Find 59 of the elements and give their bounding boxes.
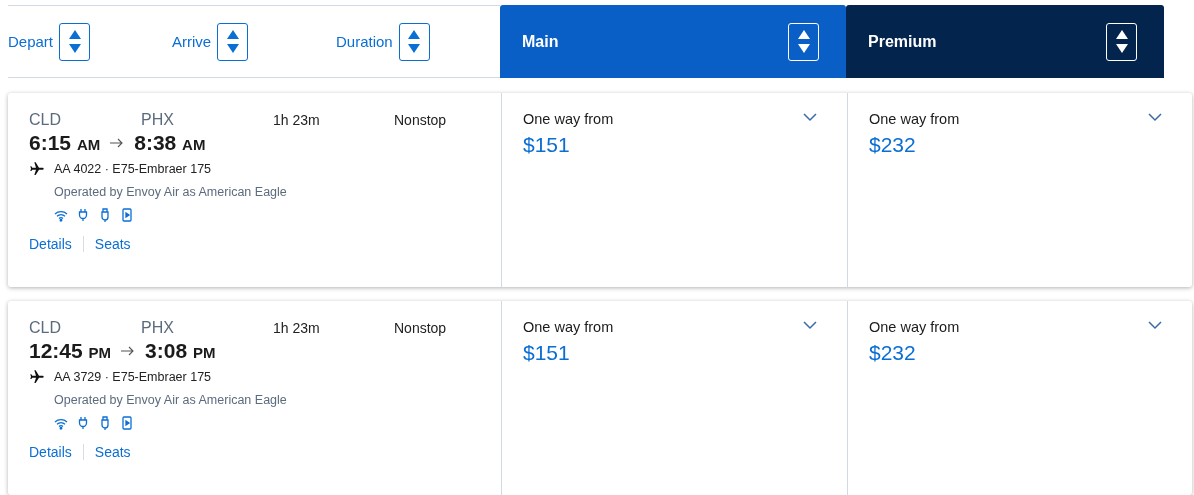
sort-label: Depart (8, 33, 54, 50)
seats-link[interactable]: Seats (94, 444, 131, 460)
airplane-icon (29, 369, 45, 385)
arrive-time: 8:38 AM (134, 131, 206, 155)
sort-label: Arrive (172, 33, 212, 50)
cabin-name: Main (522, 32, 559, 51)
fare-label: One way from (869, 111, 960, 127)
sort-down-icon (1115, 44, 1128, 53)
sort-up-icon (797, 30, 810, 39)
sort-down-icon (226, 44, 239, 53)
destination-code: PHX (141, 319, 175, 337)
destination-code: PHX (141, 111, 175, 129)
fare-price: $232 (869, 341, 916, 365)
fare-price: $151 (523, 341, 570, 365)
arrow-icon (110, 138, 125, 148)
airplane-icon (29, 161, 45, 177)
chevron-down-icon[interactable] (1148, 321, 1162, 330)
plug-icon (76, 208, 90, 222)
operator-text: Operated by Envoy Air as American Eagle (54, 185, 288, 199)
stops: Nonstop (394, 320, 448, 336)
video-icon (120, 208, 134, 222)
arrow-icon (121, 346, 136, 356)
arrive-time: 3:08 PM (145, 339, 216, 363)
fare-label: One way from (523, 319, 614, 335)
fare-price: $232 (869, 133, 916, 157)
video-icon (120, 416, 134, 430)
operator-text: Operated by Envoy Air as American Eagle (54, 393, 288, 407)
sort-up-icon (226, 30, 239, 39)
sort-label: Duration (336, 33, 393, 50)
stops: Nonstop (394, 112, 448, 128)
fare-label: One way from (869, 319, 960, 335)
details-link[interactable]: Details (29, 444, 72, 460)
usb-icon (98, 416, 112, 430)
duration: 1h 23m (273, 112, 321, 128)
wifi-icon (54, 416, 68, 430)
duration: 1h 23m (273, 320, 321, 336)
chevron-down-icon[interactable] (803, 321, 817, 330)
depart-time: 6:15 AM (29, 131, 101, 155)
flight-number: AA 3729 · E75-Embraer 175 (54, 370, 212, 384)
sort-down-icon (797, 44, 810, 53)
sort-down-icon (68, 44, 81, 53)
chevron-down-icon[interactable] (803, 113, 817, 122)
fare-label: One way from (523, 111, 614, 127)
details-link[interactable]: Details (29, 236, 72, 252)
usb-icon (98, 208, 112, 222)
sort-up-icon (68, 30, 81, 39)
depart-time: 12:45 PM (29, 339, 112, 363)
chevron-down-icon[interactable] (1148, 113, 1162, 122)
sort-down-icon (408, 44, 421, 53)
seats-link[interactable]: Seats (94, 236, 131, 252)
sort-up-icon (408, 30, 421, 39)
origin-code: CLD (29, 111, 62, 129)
origin-code: CLD (29, 319, 62, 337)
sort-up-icon (1115, 30, 1128, 39)
cabin-name: Premium (868, 32, 937, 51)
plug-icon (76, 416, 90, 430)
flight-number: AA 4022 · E75-Embraer 175 (54, 162, 212, 176)
wifi-icon (54, 208, 68, 222)
fare-price: $151 (523, 133, 570, 157)
